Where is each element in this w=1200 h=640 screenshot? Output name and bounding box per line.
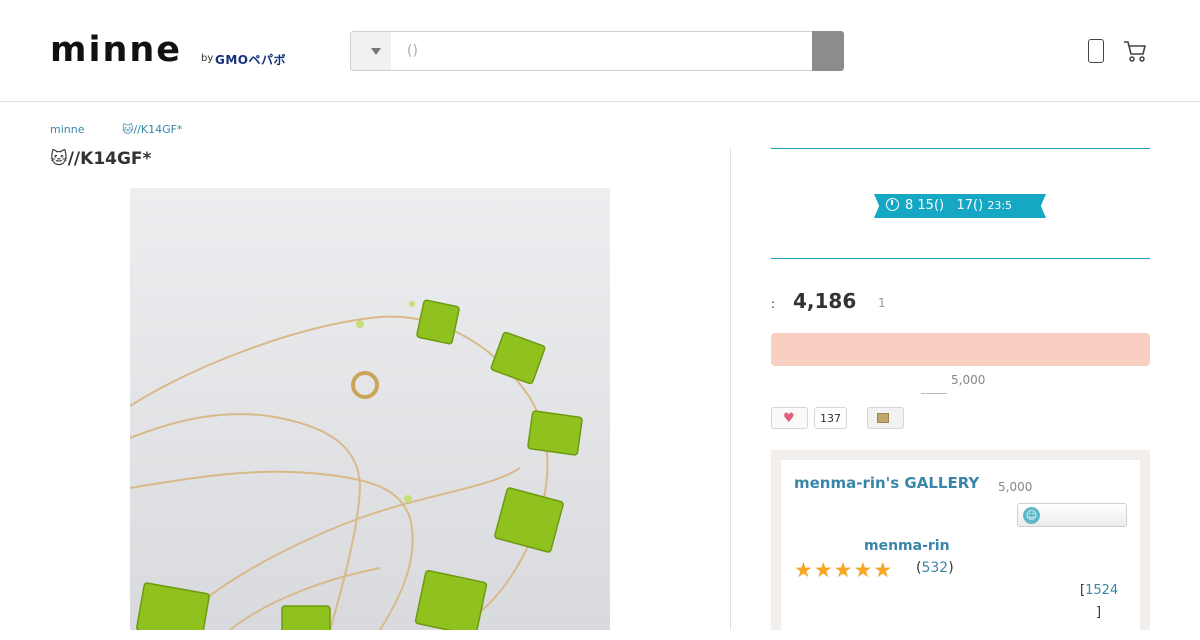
column-divider (730, 148, 731, 630)
clock-icon (886, 198, 899, 211)
creator-name-link[interactable]: menma-rin (864, 538, 950, 554)
site-header: minne by GMOペパボ (0, 0, 1200, 102)
follow-button[interactable]: ☺ (1017, 503, 1127, 527)
review-count: (532) (916, 560, 954, 576)
logo-by-text: by (201, 53, 214, 64)
sale-end-date: 17() (956, 198, 988, 213)
free-shipping-divider (921, 393, 947, 394)
search-input[interactable] (391, 31, 813, 71)
favorite-button[interactable]: ♥ (771, 407, 808, 429)
star-icon: ★ (853, 558, 874, 582)
search-button[interactable] (812, 31, 844, 71)
chevron-down-icon (371, 48, 381, 55)
product-price: 4,186 (793, 289, 857, 313)
sales-count-link[interactable]: 1524 (1085, 583, 1118, 598)
search-category-select[interactable] (350, 31, 392, 71)
shop-free-shipping: 5,000 (998, 480, 1033, 494)
sales-count: [1524 (1080, 583, 1118, 598)
sale-end-time: 23:5 (987, 199, 1013, 212)
free-shipping-threshold: 5,000 (951, 373, 986, 387)
review-count-link[interactable]: 532 (921, 560, 948, 576)
breadcrumb: minne 🐱//K14GF* (50, 123, 216, 136)
sale-start-date: 8 15() (905, 198, 945, 213)
gmo-pepabo-logo: GMOペパボ (215, 53, 286, 67)
review-count-close: ) (948, 560, 954, 576)
shop-info-panel: menma-rin's GALLERY 5,000 ☺ menma-rin ★★… (771, 450, 1150, 640)
sales-count-close: ] (1096, 605, 1102, 620)
site-logo[interactable]: minne (50, 33, 182, 68)
price-label: : (771, 297, 776, 311)
add-to-cart-button[interactable] (771, 333, 1150, 366)
star-icon: ★ (873, 558, 894, 582)
stock-count: 1 (878, 296, 886, 310)
smile-icon: ☺ (1023, 507, 1040, 524)
shop-name-link[interactable]: menma-rin's GALLERY (794, 474, 979, 492)
rating-stars: ★★★★★ (794, 558, 893, 582)
search-bar (350, 31, 844, 71)
heart-icon: ♥ (783, 411, 795, 426)
favorite-count: 137 (814, 407, 847, 429)
product-title: 🐱//K14GF* (50, 149, 152, 169)
sale-period-banner: 8 15() 17() 23:5 (874, 194, 1046, 218)
phone-icon[interactable] (1088, 39, 1104, 63)
star-icon: ★ (833, 558, 854, 582)
cart-icon[interactable] (1122, 38, 1148, 64)
message-button[interactable] (867, 407, 904, 429)
shop-card: menma-rin's GALLERY 5,000 ☺ menma-rin ★★… (781, 460, 1140, 640)
star-icon: ★ (813, 558, 834, 582)
product-image[interactable] (130, 188, 610, 630)
envelope-icon (877, 413, 889, 423)
necklace-photo (130, 188, 610, 630)
sale-rule-bottom (771, 258, 1150, 259)
breadcrumb-item[interactable]: 🐱//K14GF* (122, 123, 182, 136)
sale-rule-top (771, 148, 1150, 149)
star-icon: ★ (794, 558, 814, 582)
breadcrumb-item[interactable]: minne (50, 123, 84, 136)
